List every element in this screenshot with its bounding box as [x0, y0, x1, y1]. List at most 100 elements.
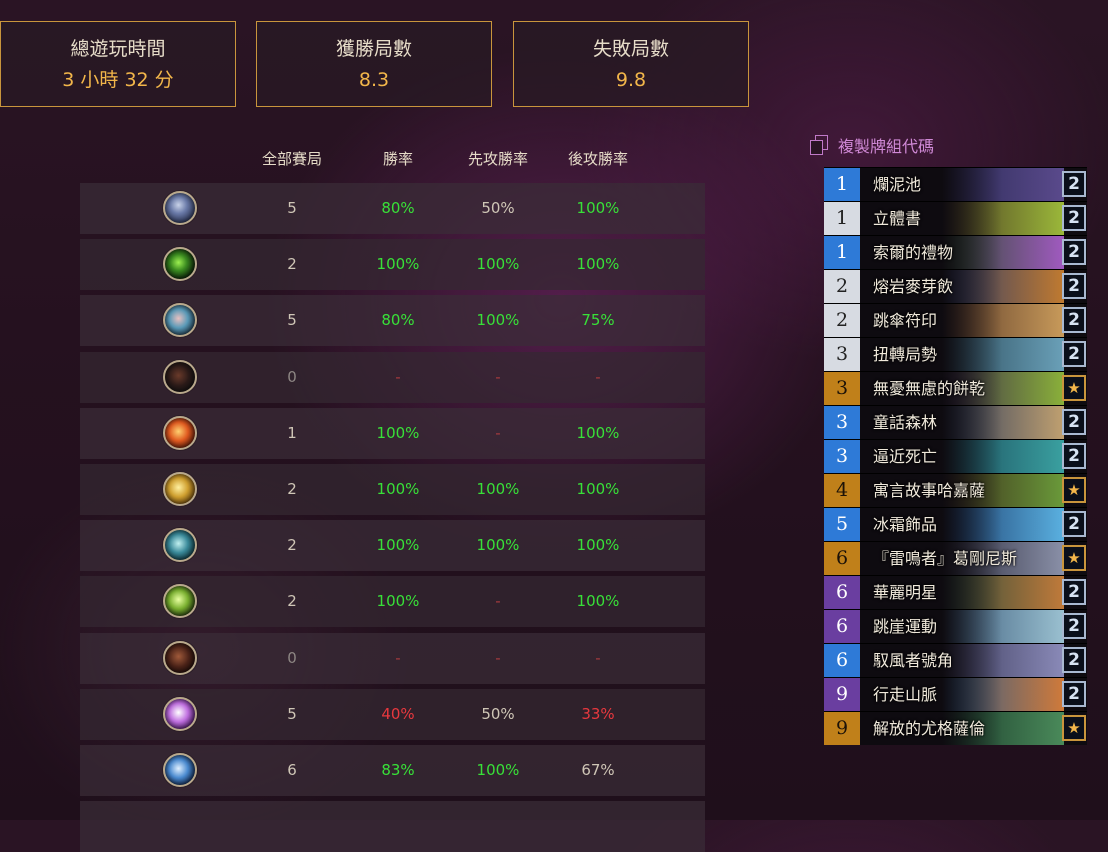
priest-class-icon: [163, 696, 197, 731]
cell-second: 100%: [576, 423, 620, 442]
table-row[interactable]: 2 100% - 100%: [80, 576, 705, 628]
card-count: 2: [1062, 613, 1086, 639]
cell-winrate: 100%: [376, 536, 420, 555]
cell-first: 50%: [481, 199, 515, 217]
card-cost: 1: [824, 168, 860, 201]
cell-second: 100%: [576, 199, 620, 217]
card-cost: 3: [824, 338, 860, 371]
table-row[interactable]: 2 100% 100% 100%: [80, 464, 705, 515]
copy-deck-code-label: 複製牌組代碼: [838, 137, 935, 156]
card-cost: 9: [824, 678, 860, 711]
deck-card[interactable]: 3 逼近死亡 2: [824, 439, 1087, 473]
table-row[interactable]: 2 100% 100% 100%: [80, 239, 705, 291]
card-cost: 6: [824, 542, 860, 575]
card-name: 跳傘符印: [873, 311, 938, 330]
card-art-image: [942, 304, 1064, 337]
header-second-winrate[interactable]: 後攻勝率: [568, 148, 628, 169]
card-name: 扭轉局勢: [873, 345, 938, 364]
deck-card[interactable]: 9 行走山脈 2: [824, 677, 1087, 711]
copy-deck-code-button[interactable]: 複製牌組代碼: [810, 134, 934, 156]
card-art-image: [942, 576, 1064, 609]
card-name: 行走山脈: [873, 685, 938, 704]
deck-card[interactable]: 4 寓言故事哈嘉薩 ★: [824, 473, 1087, 507]
deck-card[interactable]: 3 扭轉局勢 2: [824, 337, 1087, 371]
cell-games: 0: [287, 648, 297, 667]
deck-card[interactable]: 6 『雷鳴者』葛剛尼斯 ★: [824, 541, 1087, 575]
total-playtime-box: 總遊玩時間 3 小時 32 分: [0, 21, 236, 107]
card-count: 2: [1062, 681, 1086, 707]
card-art-image: [942, 406, 1064, 439]
table-row[interactable]: 5 80% 100% 75%: [80, 295, 705, 347]
card-count: 2: [1062, 307, 1086, 333]
cell-winrate: 100%: [376, 592, 420, 611]
deck-card[interactable]: 6 跳崖運動 2: [824, 609, 1087, 643]
table-row[interactable]: [80, 801, 705, 852]
card-name: 索爾的禮物: [873, 243, 954, 262]
card-cost: 6: [824, 644, 860, 677]
mage-class-icon: [163, 415, 197, 450]
druid-class-icon: [163, 247, 197, 282]
deck-card[interactable]: 3 無憂無慮的餅乾 ★: [824, 371, 1087, 405]
losses-box: 失敗局數 9.8: [513, 21, 749, 107]
cell-first: 50%: [481, 704, 515, 723]
header-first-winrate[interactable]: 先攻勝率: [468, 148, 528, 169]
deck-card[interactable]: 1 爛泥池 2: [824, 167, 1087, 201]
cell-second: 100%: [576, 255, 620, 274]
table-row[interactable]: 1 100% - 100%: [80, 407, 705, 459]
table-row[interactable]: 5 80% 50% 100%: [80, 183, 705, 234]
deck-card[interactable]: 2 熔岩麥芽飲 2: [824, 269, 1087, 303]
cell-first: -: [495, 423, 501, 442]
header-winrate[interactable]: 勝率: [383, 148, 413, 169]
cell-first: 100%: [476, 761, 520, 779]
card-art-image: [942, 338, 1064, 371]
deck-card[interactable]: 9 解放的尤格薩倫 ★: [824, 711, 1087, 745]
card-cost: 6: [824, 610, 860, 643]
card-name: 無憂無慮的餅乾: [873, 379, 986, 398]
card-count: 2: [1062, 647, 1086, 673]
card-count: 2: [1062, 579, 1086, 605]
deck-card[interactable]: 1 立體書 2: [824, 201, 1087, 235]
rogue-class-icon: [163, 359, 197, 394]
card-cost: 9: [824, 712, 860, 745]
wins-value: 8.3: [358, 69, 390, 91]
card-cost: 1: [824, 236, 860, 269]
card-name: 熔岩麥芽飲: [873, 277, 954, 296]
card-count: 2: [1062, 409, 1086, 435]
card-art-image: [942, 610, 1064, 643]
table-row[interactable]: 2 100% 100% 100%: [80, 520, 705, 572]
deck-card[interactable]: 6 華麗明星 2: [824, 575, 1087, 609]
card-count: 2: [1062, 171, 1086, 197]
cell-first: 100%: [476, 480, 520, 498]
card-art-image: [942, 508, 1064, 541]
wins-box: 獲勝局數 8.3: [256, 21, 492, 107]
deck-card[interactable]: 2 跳傘符印 2: [824, 303, 1087, 337]
cell-games: 5: [287, 199, 297, 217]
cell-first: 100%: [476, 311, 520, 330]
card-cost: 1: [824, 202, 860, 235]
deck-card[interactable]: 6 馭風者號角 2: [824, 643, 1087, 677]
table-row[interactable]: 0 - - -: [80, 632, 705, 684]
cell-second: 100%: [576, 536, 620, 555]
legendary-star-icon: ★: [1062, 375, 1086, 401]
cell-games: 2: [287, 255, 297, 274]
table-row[interactable]: 0 - - -: [80, 351, 705, 403]
card-count: 2: [1062, 273, 1086, 299]
deck-card[interactable]: 5 冰霜飾品 2: [824, 507, 1087, 541]
cell-second: 75%: [581, 311, 615, 330]
cell-second: 100%: [576, 480, 620, 498]
warlock-class-icon: [163, 640, 197, 675]
header-all-games[interactable]: 全部賽局: [262, 148, 322, 169]
table-row[interactable]: 5 40% 50% 33%: [80, 688, 705, 740]
deck-card[interactable]: 3 童話森林 2: [824, 405, 1087, 439]
cell-games: 2: [287, 592, 297, 611]
card-cost: 4: [824, 474, 860, 507]
cell-winrate: -: [395, 648, 401, 667]
table-row[interactable]: 6 83% 100% 67%: [80, 745, 705, 796]
deck-card[interactable]: 1 索爾的禮物 2: [824, 235, 1087, 269]
cell-games: 0: [287, 367, 297, 386]
total-playtime-value: 3 小時 32 分: [62, 69, 174, 91]
total-playtime-label: 總遊玩時間: [70, 38, 166, 60]
deck-card-list: 1 爛泥池 2 1 立體書 2 1 索爾的禮物 2 2 熔岩麥芽飲 2 2 跳傘符印 2 3 扭轉局勢 2 3 無憂無…: [824, 167, 1087, 745]
cell-games: 5: [287, 311, 297, 330]
cell-first: -: [495, 648, 501, 667]
